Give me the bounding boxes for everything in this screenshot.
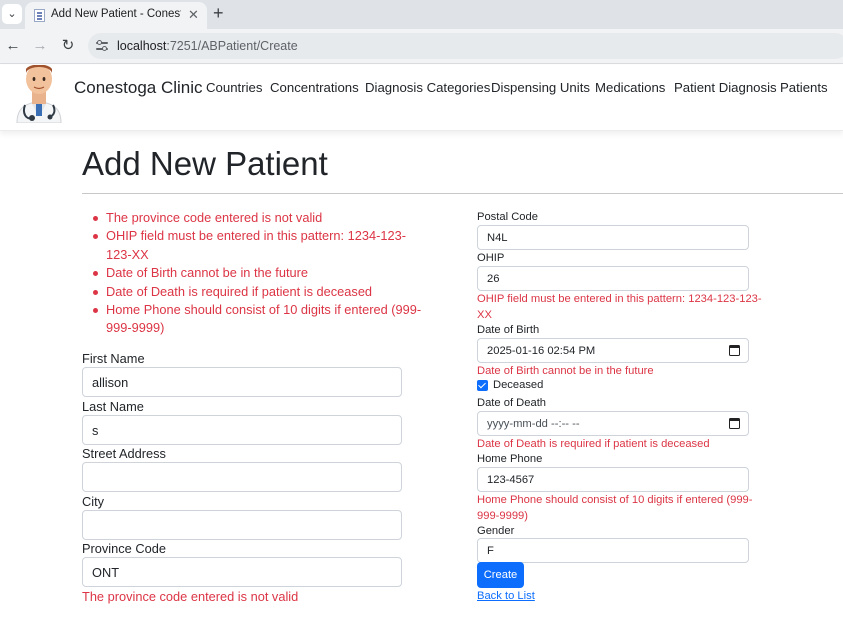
page-favicon-icon xyxy=(34,9,45,22)
nav-link-dispensing-units[interactable]: Dispensing Units xyxy=(491,80,590,95)
home-phone-input[interactable]: 123-4567 xyxy=(477,467,749,492)
gender-label: Gender xyxy=(477,525,515,537)
doctor-logo-icon[interactable] xyxy=(10,65,68,123)
ohip-error: OHIP field must be entered in this patte… xyxy=(477,293,762,321)
date-of-birth-value: 2025-01-16 02:54 PM xyxy=(487,344,596,357)
address-bar[interactable]: localhost:7251/ABPatient/Create xyxy=(88,33,843,59)
nav-link-diagnosis-categories[interactable]: Diagnosis Categories xyxy=(365,80,490,95)
deceased-label[interactable]: Deceased xyxy=(493,379,543,391)
date-of-birth-label: Date of Birth xyxy=(477,324,540,336)
validation-summary-item: The province code entered is not valid xyxy=(82,209,422,227)
reload-icon[interactable]: ↻ xyxy=(58,36,78,56)
home-phone-error: Home Phone should consist of 10 digits i… xyxy=(477,494,753,522)
tab-title: Add New Patient - Conestoga Clinic xyxy=(51,8,181,20)
validation-summary-item: Home Phone should consist of 10 digits i… xyxy=(82,301,422,338)
site-navbar: Conestoga Clinic Countries Concentration… xyxy=(0,65,843,131)
street-address-label: Street Address xyxy=(82,446,166,461)
deceased-checkbox[interactable] xyxy=(477,380,488,391)
validation-summary-item: Date of Birth cannot be in the future xyxy=(82,264,422,282)
validation-summary: The province code entered is not valid O… xyxy=(82,209,422,338)
nav-link-countries[interactable]: Countries xyxy=(206,80,262,95)
calendar-icon[interactable] xyxy=(729,345,740,356)
first-name-input[interactable]: allison xyxy=(82,367,402,397)
date-of-birth-error: Date of Birth cannot be in the future xyxy=(477,365,654,377)
street-address-input[interactable] xyxy=(82,462,402,492)
site-brand[interactable]: Conestoga Clinic xyxy=(74,78,203,98)
validation-summary-item: OHIP field must be entered in this patte… xyxy=(82,227,422,264)
page-title: Add New Patient xyxy=(82,145,328,182)
site-settings-icon[interactable] xyxy=(95,39,109,53)
date-of-death-error: Date of Death is required if patient is … xyxy=(477,438,710,450)
province-code-label: Province Code xyxy=(82,541,166,556)
back-to-list-link[interactable]: Back to List xyxy=(477,590,535,602)
url-text: localhost:7251/ABPatient/Create xyxy=(117,39,298,53)
nav-link-patient-diagnosis[interactable]: Patient Diagnosis xyxy=(674,80,777,95)
back-arrow-icon[interactable]: ← xyxy=(3,36,23,56)
city-input[interactable] xyxy=(82,510,402,540)
ohip-label: OHIP xyxy=(477,252,505,264)
nav-link-concentrations[interactable]: Concentrations xyxy=(270,80,359,95)
postal-code-input[interactable]: N4L xyxy=(477,225,749,250)
validation-summary-item: Date of Death is required if patient is … xyxy=(82,283,422,301)
postal-code-label: Postal Code xyxy=(477,211,538,223)
new-tab-icon[interactable]: + xyxy=(213,3,224,23)
nav-link-medications[interactable]: Medications xyxy=(595,80,665,95)
close-tab-icon[interactable]: ✕ xyxy=(188,7,199,23)
last-name-input[interactable]: s xyxy=(82,415,402,445)
forward-arrow-icon[interactable]: → xyxy=(30,36,50,56)
ohip-input[interactable]: 26 xyxy=(477,266,749,291)
browser-tab[interactable]: Add New Patient - Conestoga Clinic ✕ xyxy=(25,2,207,29)
tab-search-icon[interactable]: ⌄ xyxy=(2,4,22,24)
province-code-error: The province code entered is not valid xyxy=(82,589,299,604)
home-phone-label: Home Phone xyxy=(477,453,543,465)
nav-link-patients[interactable]: Patients xyxy=(780,80,828,95)
title-divider xyxy=(82,193,843,194)
calendar-icon[interactable] xyxy=(729,418,740,429)
last-name-label: Last Name xyxy=(82,399,144,414)
browser-tabstrip: ⌄ Add New Patient - Conestoga Clinic ✕ + xyxy=(0,0,843,29)
date-of-birth-input[interactable]: 2025-01-16 02:54 PM xyxy=(477,338,749,363)
create-button[interactable]: Create xyxy=(477,562,524,588)
first-name-label: First Name xyxy=(82,351,145,366)
date-of-death-label: Date of Death xyxy=(477,397,547,409)
date-of-death-input[interactable]: yyyy-mm-dd --:-- -- xyxy=(477,411,749,436)
browser-toolbar: ← → ↻ localhost:7251/ABPatient/Create xyxy=(0,29,843,64)
city-label: City xyxy=(82,494,105,509)
date-of-death-placeholder: yyyy-mm-dd --:-- -- xyxy=(487,417,580,430)
province-code-input[interactable]: ONT xyxy=(82,557,402,587)
gender-input[interactable]: F xyxy=(477,538,749,563)
